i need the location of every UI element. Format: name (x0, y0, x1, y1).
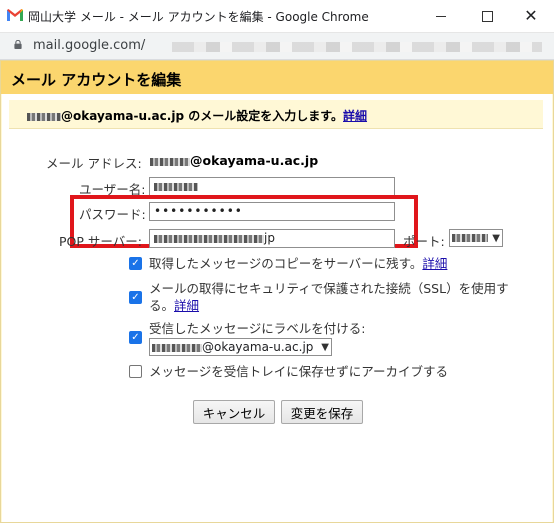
email-domain: @okayama-u.ac.jp (190, 153, 319, 168)
window-title: 岡山大学 メール - メール アカウントを編集 - Google Chrome (28, 10, 369, 24)
ssl-details-link[interactable]: 詳細 (174, 298, 199, 313)
intro-message: のメール設定を入力します。 (184, 109, 344, 123)
password-label: パスワード: (79, 207, 146, 222)
archive-text: メッセージを受信トレイに保存せずにアーカイブする (149, 364, 449, 379)
cancel-button[interactable]: キャンセル (193, 400, 275, 424)
leave-copy-details-link[interactable]: 詳細 (422, 256, 447, 271)
label-text: 受信したメッセージにラベルを付ける: (149, 321, 366, 336)
intro-details-link[interactable]: 詳細 (343, 109, 367, 123)
dialog-header: メール アカウントを編集 (1, 61, 553, 94)
window-title-bar: 岡山大学 メール - メール アカウントを編集 - Google Chrome … (0, 0, 554, 33)
check-icon: ✓ (131, 257, 140, 269)
dialog-title: メール アカウントを編集 (11, 71, 182, 89)
leave-copy-label: 取得したメッセージのコピーをサーバーに残す。 (149, 256, 423, 271)
lock-icon (14, 40, 22, 49)
close-button[interactable]: ✕ (508, 0, 554, 32)
minimize-button[interactable] (418, 0, 464, 32)
redacted-url (172, 42, 542, 52)
address-bar[interactable]: mail.google.com/ (0, 33, 554, 60)
save-changes-button[interactable]: 変更を保存 (281, 400, 363, 424)
ssl-text-line1: メールの取得にセキュリティで保護された接続（SSL）を使用す (149, 281, 509, 296)
ssl-checkbox[interactable]: ✓ (129, 291, 142, 304)
pop-server-label: POP サーバー: (59, 234, 142, 249)
redacted-label (152, 343, 202, 352)
close-icon: ✕ (524, 6, 538, 25)
intro-domain: @okayama-u.ac.jp (61, 109, 185, 123)
leave-copy-text: 取得したメッセージのコピーをサーバーに残す。詳細 (149, 255, 447, 272)
redacted-username-value (154, 182, 198, 191)
archive-checkbox[interactable] (129, 365, 142, 378)
label-domain: @okayama-u.ac.jp (202, 340, 314, 354)
username-input[interactable] (149, 177, 395, 196)
intro-box: @okayama-u.ac.jp のメール設定を入力します。詳細 (9, 100, 543, 129)
redacted-port (452, 234, 488, 242)
chevron-down-icon: ▼ (492, 232, 500, 244)
chevron-down-icon: ▼ (321, 341, 329, 353)
maximize-icon (481, 10, 493, 22)
intro-text: @okayama-u.ac.jp のメール設定を入力します。詳細 (27, 107, 367, 124)
gmail-icon (7, 9, 23, 21)
maximize-button[interactable] (464, 0, 510, 32)
url-text: mail.google.com/ (33, 38, 146, 53)
pop-server-input[interactable]: jp (149, 229, 395, 248)
edit-mail-account-dialog: メール アカウントを編集 @okayama-u.ac.jp のメール設定を入力し… (0, 60, 554, 523)
dialog-body: @okayama-u.ac.jp のメール設定を入力します。詳細 メール アドレ… (2, 94, 552, 522)
label-checkbox[interactable]: ✓ (129, 331, 142, 344)
port-label: ポート: (403, 234, 445, 249)
username-label: ユーザー名: (79, 182, 146, 197)
label-select-value: @okayama-u.ac.jp (152, 340, 313, 354)
port-select[interactable]: ▼ (449, 229, 503, 247)
minimize-icon (436, 15, 446, 17)
redacted-email-user (150, 157, 190, 166)
email-label: メール アドレス: (46, 156, 142, 171)
check-icon: ✓ (131, 331, 140, 343)
redacted-pop-server (154, 234, 264, 243)
ssl-text-line2: る。詳細 (149, 297, 199, 314)
redacted-username (27, 112, 61, 121)
label-select[interactable]: @okayama-u.ac.jp ▼ (149, 338, 332, 356)
leave-copy-checkbox[interactable]: ✓ (129, 257, 142, 270)
email-value: @okayama-u.ac.jp (150, 153, 318, 168)
check-icon: ✓ (131, 291, 140, 303)
password-input[interactable]: ••••••••••• (149, 202, 395, 221)
ssl-text-line2-label: る。 (149, 298, 175, 313)
pop-server-suffix: jp (264, 231, 275, 245)
